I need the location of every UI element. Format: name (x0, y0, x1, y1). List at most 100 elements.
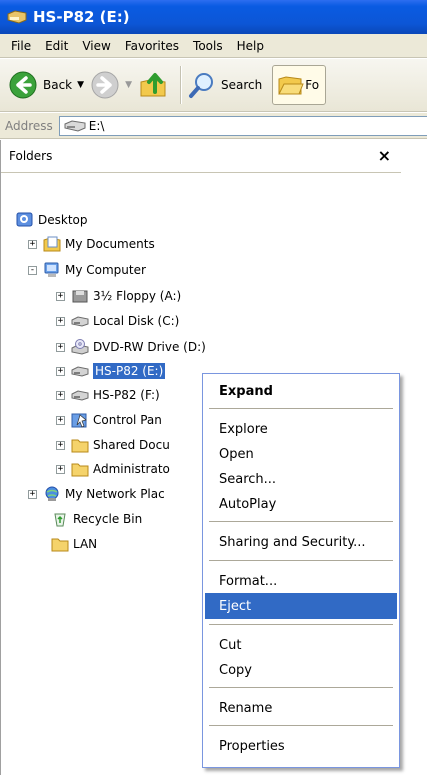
folders-icon (278, 76, 304, 95)
tree-label: Shared Docu (93, 438, 170, 452)
menu-file[interactable]: File (4, 39, 38, 53)
menu-item-copy[interactable]: Copy (205, 657, 397, 683)
folders-label: Fo (305, 78, 320, 92)
menu-item-explore[interactable]: Explore (205, 416, 397, 442)
address-bar: Address E:\ (0, 113, 427, 139)
menu-item-autoplay[interactable]: AutoPlay (205, 491, 397, 517)
desktop-icon (16, 212, 33, 227)
tree-label: My Computer (65, 263, 146, 277)
tree-item-local-disk-c[interactable]: + Local Disk (C:) (56, 310, 179, 332)
disk-icon (71, 390, 89, 401)
tree-label: Local Disk (C:) (93, 314, 180, 328)
back-arrow-icon (9, 71, 37, 99)
menu-tools[interactable]: Tools (186, 39, 230, 53)
forward-arrow-icon (91, 71, 119, 99)
tree-label: DVD-RW Drive (D:) (93, 340, 206, 354)
tree-item-hs-p82-e[interactable]: + HS-P82 (E:) (56, 360, 166, 382)
tree-item-floppy[interactable]: + 3½ Floppy (A:) (56, 285, 181, 307)
tree-item-lan[interactable]: LAN (51, 533, 97, 555)
floppy-icon (72, 290, 88, 303)
tree-label: Administrato (93, 462, 170, 476)
network-icon (45, 486, 59, 501)
expand-icon[interactable]: + (28, 489, 37, 499)
expand-icon[interactable]: + (56, 291, 65, 301)
menu-item-rename[interactable]: Rename (205, 695, 397, 721)
toolbar: Back ▼ ▼ Search Fo (0, 59, 427, 112)
window-title: HS-P82 (E:) (33, 8, 130, 26)
menu-help[interactable]: Help (230, 39, 271, 53)
tree-label: My Documents (65, 237, 155, 251)
disk-icon (71, 366, 89, 377)
tree-label: Recycle Bin (73, 512, 143, 526)
tree-item-desktop[interactable]: Desktop (16, 209, 88, 231)
expand-icon[interactable]: + (56, 342, 65, 352)
menu-item-expand[interactable]: Expand (205, 378, 397, 404)
forward-dropdown-icon[interactable]: ▼ (125, 80, 132, 90)
tree-label: 3½ Floppy (A:) (93, 289, 182, 303)
menu-separator (209, 725, 393, 726)
menu-item-open[interactable]: Open (205, 441, 397, 467)
expand-icon[interactable]: + (56, 316, 65, 326)
menu-item-eject[interactable]: Eject (205, 593, 397, 619)
folders-button[interactable]: Fo (272, 65, 327, 105)
drive-icon (64, 119, 86, 132)
menu-item-search[interactable]: Search... (205, 466, 397, 492)
back-dropdown-icon[interactable]: ▼ (77, 80, 84, 90)
menu-item-sharing-and-security[interactable]: Sharing and Security... (205, 529, 397, 555)
folders-pane-header: Folders × (1, 140, 401, 173)
address-label: Address (5, 118, 53, 133)
tree-item-my-network-places[interactable]: + My Network Plac (28, 483, 165, 505)
menu-favorites[interactable]: Favorites (118, 39, 186, 53)
tree-label: Desktop (38, 213, 88, 227)
menu-item-cut[interactable]: Cut (205, 632, 397, 658)
menu-bar: File Edit View Favorites Tools Help (0, 34, 427, 58)
expand-icon[interactable]: + (56, 390, 65, 400)
tree-label: My Network Plac (65, 487, 165, 501)
tree-item-dvd-rw-drive[interactable]: + DVD-RW Drive (D:) (56, 336, 206, 358)
menu-item-properties[interactable]: Properties (205, 733, 397, 759)
up-folder-icon (140, 73, 166, 97)
close-icon[interactable]: × (378, 146, 391, 165)
menu-view[interactable]: View (75, 39, 117, 53)
tree-label: LAN (73, 537, 98, 551)
expand-icon[interactable]: + (56, 366, 65, 376)
menu-separator (209, 560, 393, 561)
search-button[interactable]: Search (188, 71, 262, 99)
tree-item-control-panel[interactable]: + Control Pan (56, 409, 162, 431)
tree-item-my-documents[interactable]: + My Documents (28, 233, 155, 255)
up-folder-button[interactable] (138, 70, 168, 100)
collapse-icon[interactable]: - (28, 265, 37, 275)
expand-icon[interactable]: + (56, 440, 65, 450)
my-computer-icon (44, 262, 59, 277)
tree-item-hs-p82-f[interactable]: + HS-P82 (F:) (56, 384, 160, 406)
my-documents-icon (43, 236, 61, 252)
dvd-icon (71, 339, 89, 355)
menu-item-format[interactable]: Format... (205, 568, 397, 594)
back-button[interactable]: Back ▼ (8, 70, 84, 100)
forward-button[interactable]: ▼ (90, 70, 132, 100)
address-input[interactable]: E:\ (58, 115, 427, 136)
menu-separator (209, 687, 393, 688)
tree-label-selected: HS-P82 (E:) (93, 363, 166, 379)
menu-separator (209, 521, 393, 522)
folder-icon (51, 538, 69, 552)
tree-item-recycle-bin[interactable]: Recycle Bin (51, 508, 142, 530)
tree-label: Control Pan (93, 413, 162, 427)
menu-separator (209, 408, 393, 409)
search-icon (188, 73, 213, 98)
title-bar[interactable]: HS-P82 (E:) (0, 0, 427, 34)
control-panel-icon (71, 413, 87, 428)
tree-label: HS-P82 (F:) (93, 388, 160, 402)
menu-separator (209, 624, 393, 625)
tree-item-administrator[interactable]: + Administrato (56, 458, 170, 480)
expand-icon[interactable]: + (28, 239, 37, 249)
menu-edit[interactable]: Edit (38, 39, 75, 53)
expand-icon[interactable]: + (56, 464, 65, 474)
tree-item-shared-documents[interactable]: + Shared Docu (56, 434, 170, 456)
disk-icon (71, 316, 89, 327)
expand-icon[interactable]: + (56, 415, 65, 425)
tree-item-my-computer[interactable]: - My Computer (28, 259, 146, 281)
toolbar-separator (179, 66, 182, 104)
folder-icon (71, 439, 89, 453)
folders-pane-title: Folders (9, 149, 53, 163)
